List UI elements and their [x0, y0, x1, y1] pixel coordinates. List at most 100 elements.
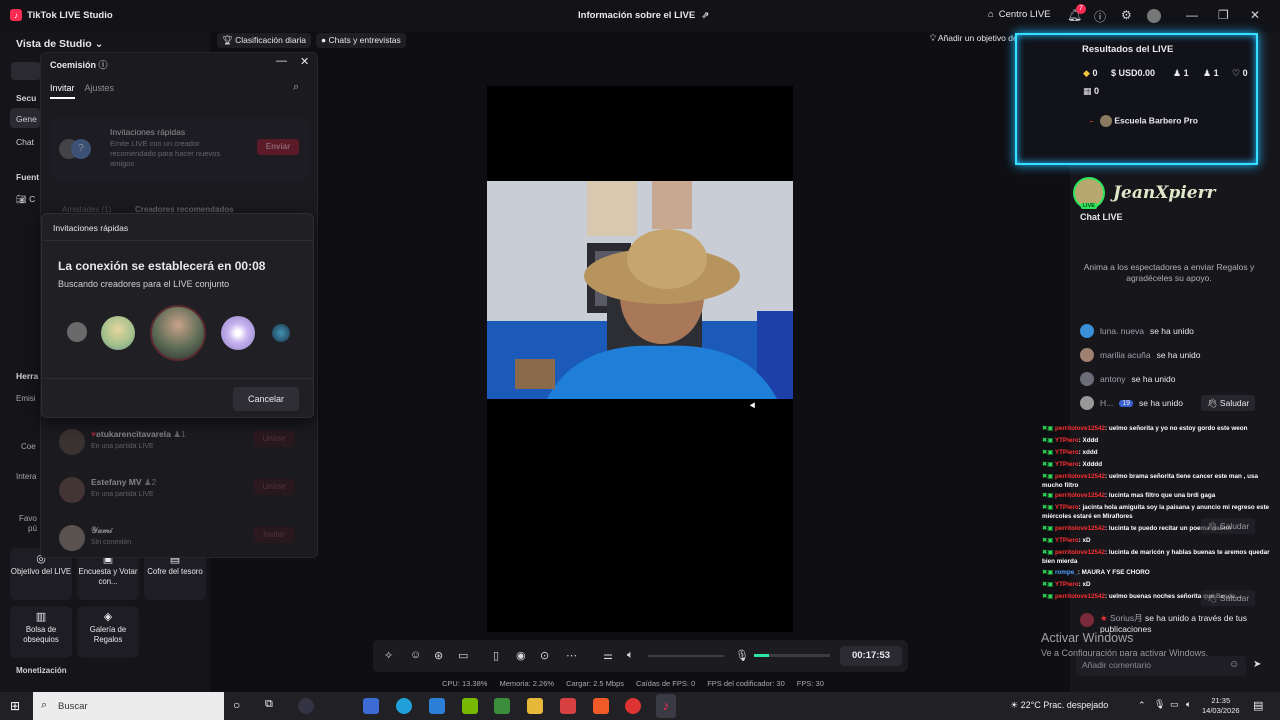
live-controls: ✧ ☺ ⊛ ▭ ▯ ◉ ⊙ ⋯ ⚌ 🔈︎ 🎙︎ 00:17:53	[373, 640, 908, 672]
windows-start-icon[interactable]: ⊞	[10, 699, 20, 713]
quick-invites-desc: Emite LIVE con un creador recomendado pa…	[110, 139, 221, 168]
network-icon[interactable]: ▭	[1170, 699, 1179, 710]
effects-icon[interactable]: ☺	[410, 649, 421, 661]
overlay-chat-line: ✖▣ perritolove12542: lucinta mas filtro …	[1042, 492, 1216, 499]
chat-label[interactable]: Chat	[16, 137, 34, 147]
phone-icon[interactable]: ▯	[493, 649, 499, 662]
home-icon: ⌂	[988, 9, 994, 20]
join-button[interactable]: Unirse	[253, 479, 295, 495]
help-icon[interactable]: ⓘ	[1094, 8, 1106, 25]
mail-icon[interactable]	[429, 698, 445, 714]
folder-icon[interactable]	[527, 698, 543, 714]
overlay-chat-line: ✖▣ perritolove12542: uelmo brama señorit…	[1042, 473, 1258, 489]
daily-ranking-pill[interactable]: 🏆︎ Clasificación diaria	[217, 33, 312, 48]
obs-icon[interactable]	[625, 698, 641, 714]
nvidia-icon[interactable]	[462, 698, 478, 714]
cortana-icon[interactable]: ○	[233, 698, 240, 712]
activation-watermark: Activar Windows	[1041, 631, 1134, 645]
modal-header: Invitaciones rápidas	[42, 214, 313, 241]
section-label: Secu	[16, 93, 37, 103]
more-icon[interactable]: ⋯	[566, 649, 577, 662]
greet-button[interactable]: 👋︎ Saludar	[1201, 590, 1255, 606]
edge-icon[interactable]	[396, 698, 412, 714]
overlay-chat-line: ✖▣ YTPiero: xddd	[1042, 449, 1098, 456]
greet-button[interactable]: 👋︎ Saludar	[1201, 395, 1255, 411]
studio-view-dropdown[interactable]: Vista de Studio ⌄	[16, 38, 103, 50]
tray-arrow-icon[interactable]: ⌃	[1138, 700, 1146, 711]
tab-settings[interactable]: Ajustes	[85, 83, 115, 99]
store-icon[interactable]	[363, 698, 379, 714]
volume-icon[interactable]: 🔈︎	[627, 649, 634, 662]
invite-button[interactable]: Invitar	[253, 527, 295, 543]
weather-widget[interactable]: ☀︎ 22°C Prac. despejado	[1010, 700, 1108, 711]
streamer-name-overlay: JeanXpierr	[1113, 183, 1216, 203]
tab-invite[interactable]: Invitar	[50, 83, 75, 99]
close-icon[interactable]: ✕	[1250, 8, 1260, 22]
greet-button[interactable]: 👋︎ Saludar	[1201, 518, 1255, 534]
record-icon[interactable]: ◉	[516, 649, 526, 662]
stats-bar: CPU: 13.38% Memoria: 2.26% Cargar: 2.5 M…	[442, 679, 824, 688]
join-event: marilia acuña se ha unido	[1080, 348, 1201, 362]
app-icon[interactable]	[560, 698, 576, 714]
cancel-button[interactable]: Cancelar	[233, 387, 299, 411]
camera-icon[interactable]: ⊙	[540, 649, 549, 662]
clock[interactable]: 21:35 14/03/2026	[1202, 696, 1240, 716]
minimize-icon[interactable]: —	[276, 55, 287, 67]
mic-level-fill	[754, 654, 770, 657]
join-button[interactable]: Unirse	[253, 431, 295, 447]
chat-badge-icon: ✖▣	[1042, 537, 1055, 544]
maximize-icon[interactable]: ❐	[1218, 8, 1229, 22]
chats-interviews-pill[interactable]: ● Chats y entrevistas	[316, 33, 406, 48]
favorites-label[interactable]: Favo	[19, 514, 37, 523]
chat-badge-icon: ✖▣	[1042, 549, 1055, 556]
followers-stat: ♟ 1	[1203, 68, 1219, 78]
magic-icon[interactable]: ✧	[384, 649, 393, 662]
search-icon[interactable]: ⌕	[293, 81, 299, 94]
send-icon[interactable]: ➤	[1253, 659, 1261, 670]
live-info-button[interactable]: Información sobre el LIVE ⇗	[578, 10, 709, 21]
join-event: H... 19 se ha unido	[1080, 396, 1183, 410]
microphone-icon[interactable]: 🎙︎	[735, 649, 749, 662]
windows-taskbar: ⊞ ⌕ Buscar ○ ⧉ ♪ ☀︎ 22°C Prac. despejado …	[0, 692, 1280, 720]
gift-gallery-tool[interactable]: ◈ Galería de Regalos	[77, 606, 139, 658]
layout-icon[interactable]: ▭	[458, 649, 468, 662]
broadcast-label: Emisi	[16, 394, 36, 403]
camera-feed	[487, 181, 793, 399]
mic-level-meter[interactable]	[754, 654, 830, 657]
microphone-icon[interactable]: 🎙︎	[1154, 699, 1165, 710]
speaker-icon[interactable]: 🔈︎	[1186, 699, 1191, 710]
taskbar-search[interactable]: ⌕ Buscar	[33, 692, 224, 720]
task-view-icon[interactable]: ⧉	[265, 698, 273, 711]
join-event: luna. nueva se ha unido	[1080, 324, 1194, 338]
notification-center-icon[interactable]: ▤	[1253, 699, 1263, 712]
mixer-icon[interactable]: ⚌	[603, 649, 613, 662]
top-gifter[interactable]: - Escuela Barbero Pro	[1090, 115, 1198, 127]
tiktok-live-taskbar-icon[interactable]: ♪	[656, 694, 676, 718]
chat-badge-icon: ✖▣	[1042, 593, 1055, 600]
overlay-chat-line: ✖▣ rompe_: MAURA Y FSE CHORO	[1042, 569, 1150, 576]
app-icon[interactable]	[298, 698, 314, 714]
avatar	[150, 305, 206, 361]
comment-input[interactable]: Añadir comentario	[1076, 656, 1246, 676]
send-button[interactable]: Enviar	[257, 139, 299, 155]
coemission-tool-label[interactable]: Coe	[21, 442, 36, 451]
scene-button[interactable]	[11, 62, 41, 80]
searching-text: Buscando creadores para el LIVE conjunto	[58, 279, 230, 289]
volume-slider[interactable]	[648, 655, 724, 657]
overlay-chat-line: ✖▣ YTPiero: Xdddd	[1042, 461, 1103, 468]
gear-icon[interactable]: ⚙	[1121, 8, 1132, 22]
close-icon[interactable]: ✕	[300, 55, 309, 68]
gift-bag-tool[interactable]: ▥ Bolsa de obsequios	[10, 606, 72, 658]
share-icon: ⇗	[701, 10, 710, 21]
emoji-icon[interactable]: ☺	[1229, 659, 1239, 670]
minecraft-icon[interactable]	[494, 698, 510, 714]
center-live-button[interactable]: ⌂ Centro LIVE	[988, 9, 1051, 20]
filter-icon[interactable]: ⊛	[434, 649, 443, 662]
bag-icon: ▥	[35, 611, 47, 623]
minimize-icon[interactable]: —	[1186, 8, 1198, 22]
avatar[interactable]	[1147, 9, 1161, 23]
brave-icon[interactable]	[593, 698, 609, 714]
camera-source[interactable]: 📷︎ C	[16, 194, 35, 205]
avatar	[1099, 115, 1112, 127]
avatar	[221, 316, 255, 350]
